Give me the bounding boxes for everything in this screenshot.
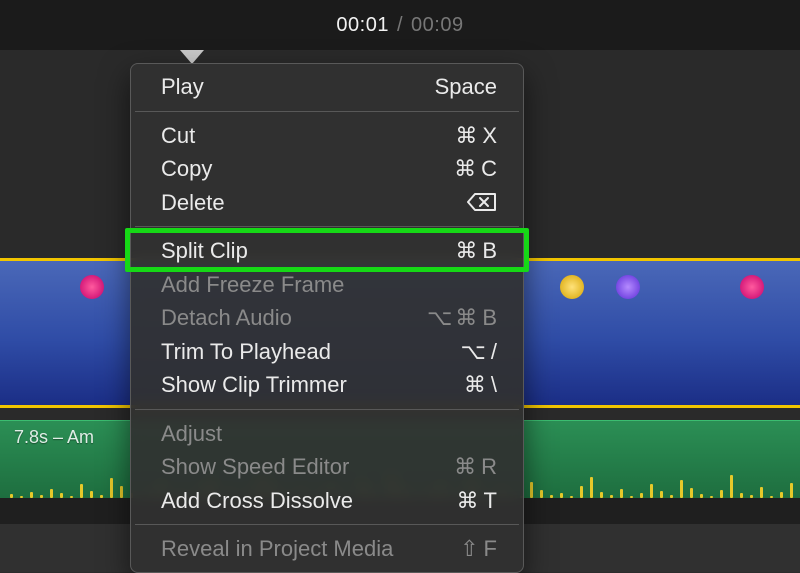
menu-item-shortcut: Space	[435, 73, 497, 101]
menu-item-copy[interactable]: Copy ⌘C	[131, 152, 523, 186]
menu-item-label: Adjust	[161, 420, 222, 448]
menu-item-trim-to-playhead[interactable]: Trim To Playhead ⌥/	[131, 335, 523, 369]
time-separator: /	[397, 14, 403, 37]
time-display: 00:01 / 00:09	[0, 0, 800, 50]
menu-separator	[135, 111, 519, 112]
menu-item-add-freeze-frame: Add Freeze Frame	[131, 268, 523, 302]
menu-item-label: Cut	[161, 122, 195, 150]
menu-item-shortcut: ⌘T	[457, 487, 497, 515]
menu-item-reveal-in-project-media: Reveal in Project Media ⇧F	[131, 532, 523, 566]
menu-item-show-speed-editor: Show Speed Editor ⌘R	[131, 450, 523, 484]
menu-item-label: Split Clip	[161, 237, 248, 265]
menu-item-label: Reveal in Project Media	[161, 535, 393, 563]
menu-separator	[135, 226, 519, 227]
menu-item-delete[interactable]: Delete	[131, 186, 523, 220]
menu-item-label: Play	[161, 73, 204, 101]
menu-item-label: Detach Audio	[161, 304, 292, 332]
clip-thumb-icon	[80, 275, 104, 299]
context-menu: Play Space Cut ⌘X Copy ⌘C Delete Split Clip ⌘B Ad…	[130, 63, 524, 573]
backspace-icon	[467, 192, 497, 212]
clip-thumb-icon	[560, 275, 584, 299]
menu-item-shortcut: ⌘\	[464, 371, 497, 399]
menu-item-add-cross-dissolve[interactable]: Add Cross Dissolve ⌘T	[131, 484, 523, 518]
menu-item-play[interactable]: Play Space	[131, 70, 523, 104]
menu-item-adjust: Adjust	[131, 417, 523, 451]
menu-item-label: Copy	[161, 155, 212, 183]
menu-item-shortcut: ⌘C	[454, 155, 497, 183]
menu-item-shortcut: ⌘X	[455, 122, 497, 150]
menu-separator	[135, 524, 519, 525]
menu-item-shortcut: ⇧F	[460, 535, 497, 563]
audio-clip-label: 7.8s – Am	[14, 427, 94, 448]
menu-item-shortcut: ⌥⌘B	[427, 304, 497, 332]
time-total: 00:09	[411, 14, 464, 37]
menu-item-shortcut: ⌘B	[455, 237, 497, 265]
menu-item-shortcut: ⌥/	[461, 338, 497, 366]
menu-item-label: Trim To Playhead	[161, 338, 331, 366]
menu-separator	[135, 409, 519, 410]
menu-item-cut[interactable]: Cut ⌘X	[131, 119, 523, 153]
playhead-indicator-icon[interactable]	[180, 50, 204, 64]
menu-item-shortcut: ⌘R	[454, 453, 497, 481]
clip-thumb-icon	[616, 275, 640, 299]
menu-item-label: Add Cross Dissolve	[161, 487, 353, 515]
menu-item-show-clip-trimmer[interactable]: Show Clip Trimmer ⌘\	[131, 368, 523, 402]
menu-item-label: Add Freeze Frame	[161, 271, 344, 299]
menu-item-label: Show Speed Editor	[161, 453, 349, 481]
clip-thumb-icon	[740, 275, 764, 299]
menu-item-label: Delete	[161, 189, 225, 217]
menu-item-detach-audio: Detach Audio ⌥⌘B	[131, 301, 523, 335]
menu-item-split-clip[interactable]: Split Clip ⌘B	[131, 234, 523, 268]
menu-item-label: Show Clip Trimmer	[161, 371, 347, 399]
time-current: 00:01	[336, 14, 389, 37]
